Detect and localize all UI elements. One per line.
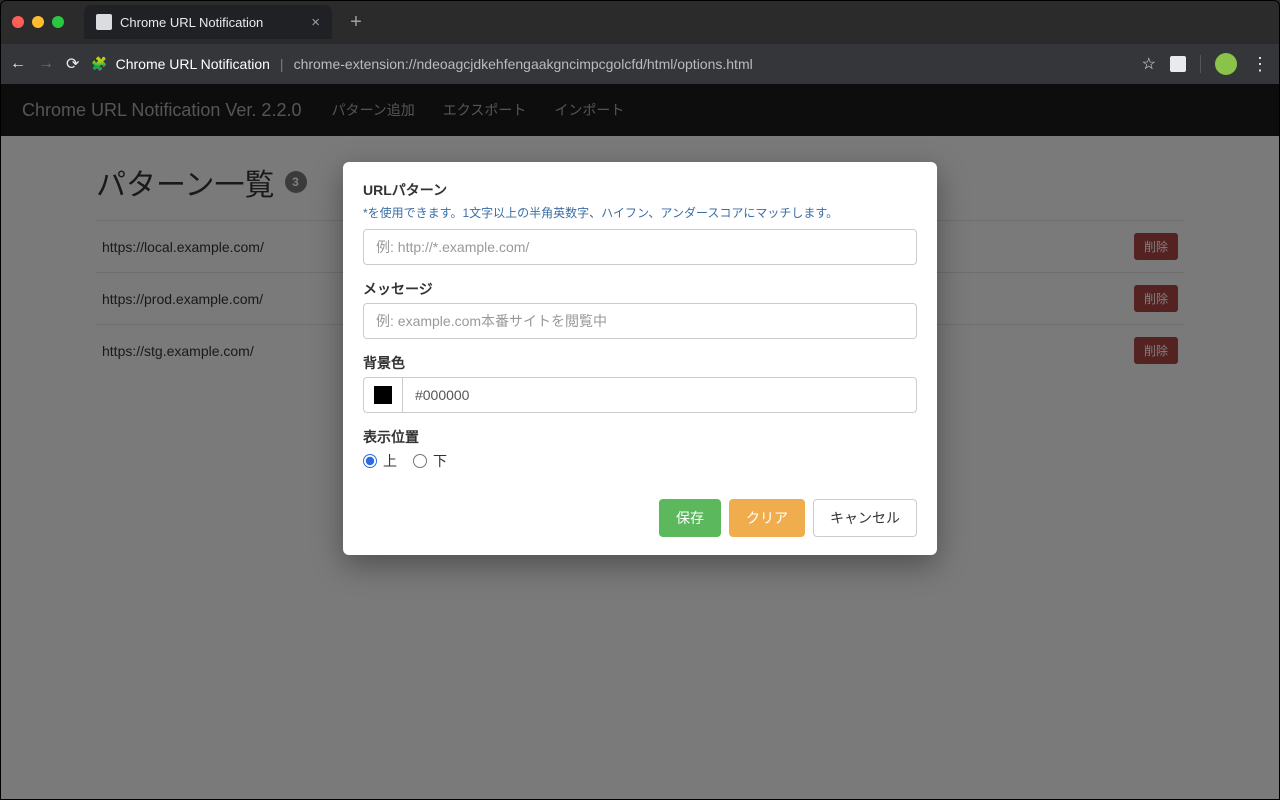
extension-icon: 🧩 [91, 56, 107, 72]
omnibar-title: Chrome URL Notification [116, 56, 270, 72]
bgcolor-label: 背景色 [363, 353, 917, 373]
profile-avatar[interactable] [1215, 53, 1237, 75]
extension-action-icon[interactable] [1170, 56, 1186, 72]
clear-button[interactable]: クリア [729, 499, 805, 537]
message-input[interactable] [363, 303, 917, 339]
window-close-icon[interactable] [12, 16, 24, 28]
back-icon[interactable]: ← [10, 55, 26, 73]
favicon-icon [96, 14, 112, 30]
cancel-button[interactable]: キャンセル [813, 499, 917, 537]
position-top-input[interactable] [363, 454, 377, 468]
save-button[interactable]: 保存 [659, 499, 721, 537]
url-pattern-help: *を使用できます。1文字以上の半角英数字、ハイフン、アンダースコアにマッチします… [363, 204, 917, 221]
forward-icon: → [38, 55, 54, 73]
bgcolor-swatch-addon[interactable] [363, 377, 402, 413]
bookmark-star-icon[interactable]: ☆ [1142, 54, 1156, 74]
window-titlebar: Chrome URL Notification × + [0, 0, 1280, 44]
browser-menu-icon[interactable]: ⋮ [1251, 54, 1270, 75]
omnibar-url: chrome-extension://ndeoagcjdkehfengaakgn… [294, 56, 753, 72]
message-label: メッセージ [363, 279, 917, 299]
pattern-form-modal: URLパターン *を使用できます。1文字以上の半角英数字、ハイフン、アンダースコ… [343, 162, 937, 555]
tab-close-icon[interactable]: × [311, 14, 320, 31]
browser-tab[interactable]: Chrome URL Notification × [84, 5, 332, 39]
reload-icon[interactable]: ⟳ [66, 54, 79, 74]
bgcolor-input[interactable] [402, 377, 917, 413]
url-pattern-input[interactable] [363, 229, 917, 265]
window-zoom-icon[interactable] [52, 16, 64, 28]
omnibar[interactable]: 🧩 Chrome URL Notification | chrome-exten… [91, 56, 1129, 72]
url-pattern-label: URLパターン [363, 180, 917, 200]
browser-toolbar: ← → ⟳ 🧩 Chrome URL Notification | chrome… [0, 44, 1280, 84]
color-swatch-icon [374, 386, 392, 404]
traffic-lights [12, 16, 64, 28]
new-tab-button[interactable]: + [350, 12, 362, 32]
tab-title: Chrome URL Notification [120, 15, 263, 30]
position-top-radio[interactable]: 上 [363, 451, 397, 471]
position-bottom-input[interactable] [413, 454, 427, 468]
position-bottom-radio[interactable]: 下 [413, 451, 447, 471]
position-label: 表示位置 [363, 427, 917, 447]
window-minimize-icon[interactable] [32, 16, 44, 28]
